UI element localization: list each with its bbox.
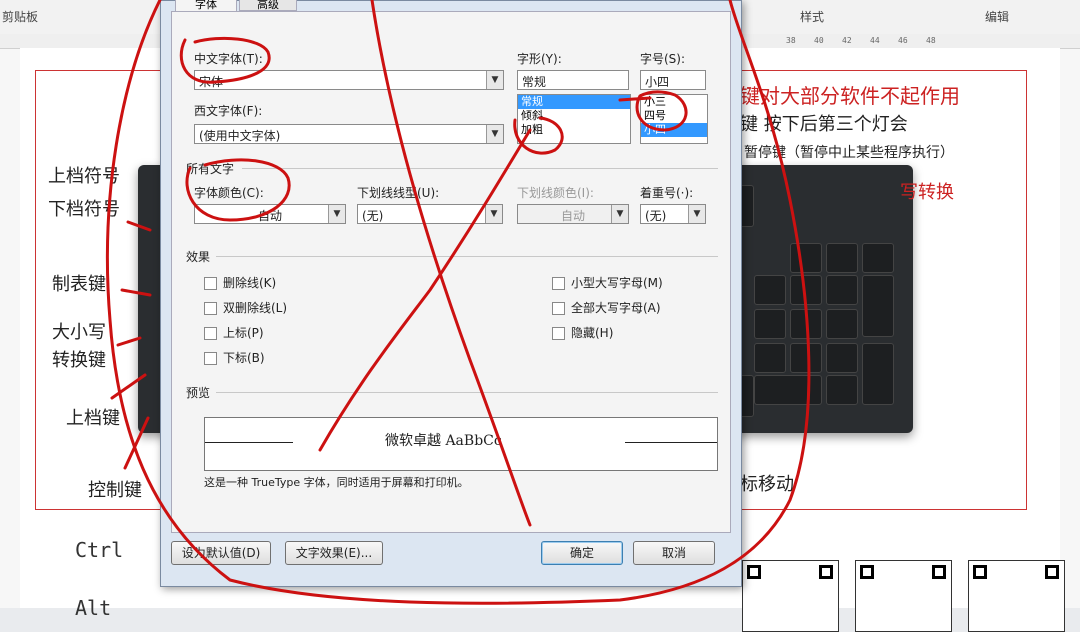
red-annotation-overlay <box>105 0 811 605</box>
